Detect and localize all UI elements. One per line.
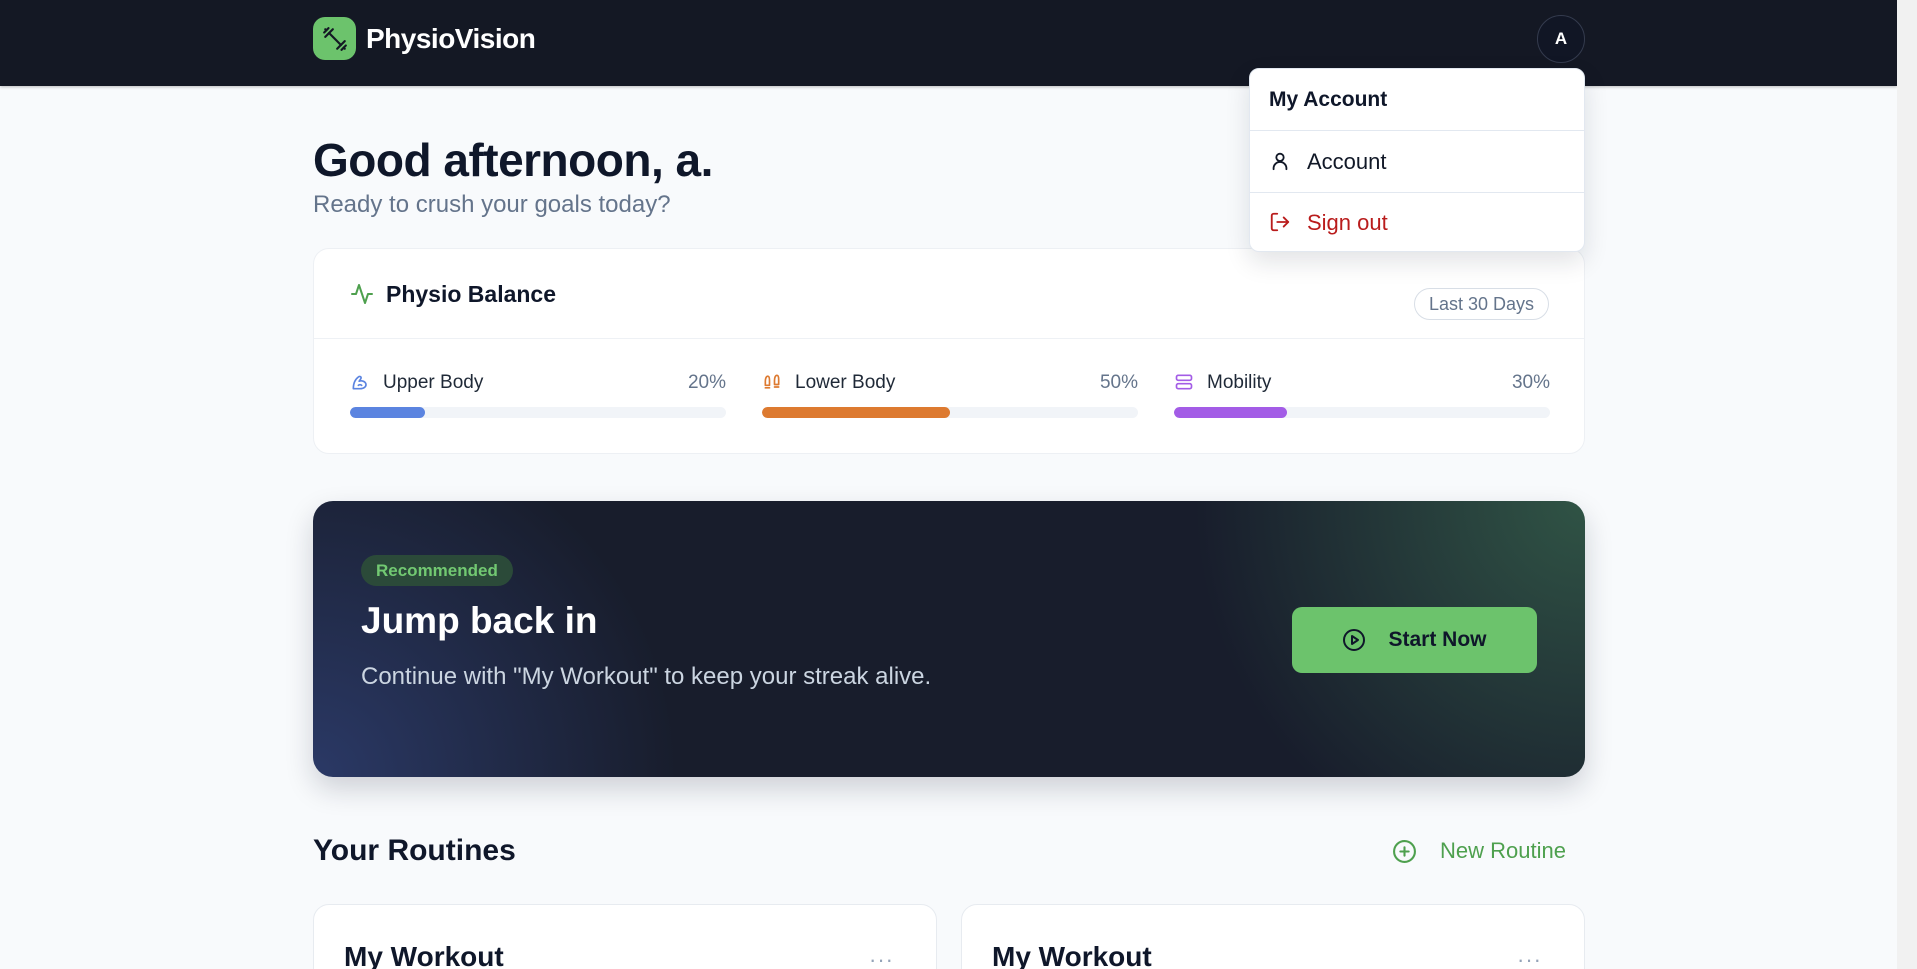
metric-label: Lower Body <box>795 372 896 393</box>
user-avatar-button[interactable]: A <box>1537 15 1585 63</box>
user-icon <box>1269 150 1293 174</box>
menu-item-account-label: Account <box>1307 148 1387 174</box>
metric-label: Mobility <box>1207 372 1272 393</box>
balance-title: Physio Balance <box>350 281 556 308</box>
metric-upper-body: Upper Body 20% <box>350 371 726 418</box>
logout-icon <box>1269 211 1293 235</box>
progress-track <box>350 407 726 418</box>
progress-track <box>762 407 1138 418</box>
play-circle-icon <box>1342 628 1366 652</box>
metric-percent: 30% <box>1511 372 1550 393</box>
plus-circle-icon <box>1392 839 1417 864</box>
balance-card-header: Physio Balance Last 30 Days <box>314 249 1584 339</box>
start-now-label: Start Now <box>1388 628 1487 651</box>
avatar-initial: A <box>1554 29 1568 48</box>
progress-track <box>1174 407 1550 418</box>
flexed-arm-icon <box>350 372 372 394</box>
routine-card-title: My Workout <box>992 941 1152 969</box>
start-now-button[interactable]: Start Now <box>1292 607 1537 673</box>
dumbbell-logo-icon <box>313 17 356 60</box>
brand-name: PhysioVision <box>366 22 536 54</box>
activity-pulse-icon <box>350 282 376 308</box>
menu-item-account[interactable]: Account <box>1250 131 1584 192</box>
routine-card-title: My Workout <box>344 941 504 969</box>
stacked-layers-icon <box>1174 372 1196 394</box>
new-routine-button[interactable]: New Routine <box>1392 838 1566 864</box>
more-options-icon[interactable]: ··· <box>1517 947 1542 969</box>
date-range-badge[interactable]: Last 30 Days <box>1413 288 1549 320</box>
hero-description: Continue with "My Workout" to keep your … <box>361 663 932 690</box>
routine-card[interactable]: My Workout ··· <box>313 904 937 969</box>
menu-item-sign-out-label: Sign out <box>1307 210 1388 235</box>
metric-lower-body: Lower Body 50% <box>762 371 1138 418</box>
more-options-icon[interactable]: ··· <box>869 947 894 969</box>
scrollbar[interactable] <box>1897 0 1917 969</box>
progress-fill <box>350 407 426 418</box>
brand[interactable]: PhysioVision <box>313 17 536 60</box>
footprints-icon <box>762 372 784 394</box>
top-navbar: PhysioVision A <box>0 0 1897 86</box>
progress-fill <box>1174 407 1287 418</box>
metric-mobility: Mobility 30% <box>1174 371 1550 418</box>
new-routine-label: New Routine <box>1440 838 1566 863</box>
menu-item-sign-out[interactable]: Sign out <box>1250 192 1584 253</box>
greeting-subtitle: Ready to crush your goals today? <box>313 191 671 218</box>
account-dropdown-menu: My Account Account Sign out <box>1249 68 1585 252</box>
metric-percent: 50% <box>1099 372 1138 393</box>
hero-title: Jump back in <box>361 600 598 641</box>
account-menu-title: My Account <box>1250 69 1584 131</box>
recommended-hero-card: Recommended Jump back in Continue with "… <box>313 501 1585 777</box>
recommended-badge: Recommended <box>361 555 513 586</box>
physio-balance-card: Physio Balance Last 30 Days Upper Body 2… <box>313 248 1585 454</box>
routines-title: Your Routines <box>313 834 516 867</box>
greeting-title: Good afternoon, a. <box>313 134 713 186</box>
balance-title-text: Physio Balance <box>386 281 557 307</box>
metric-percent: 20% <box>687 372 726 393</box>
routine-card[interactable]: My Workout ··· <box>961 904 1585 969</box>
metric-label: Upper Body <box>383 372 484 393</box>
progress-fill <box>762 407 950 418</box>
